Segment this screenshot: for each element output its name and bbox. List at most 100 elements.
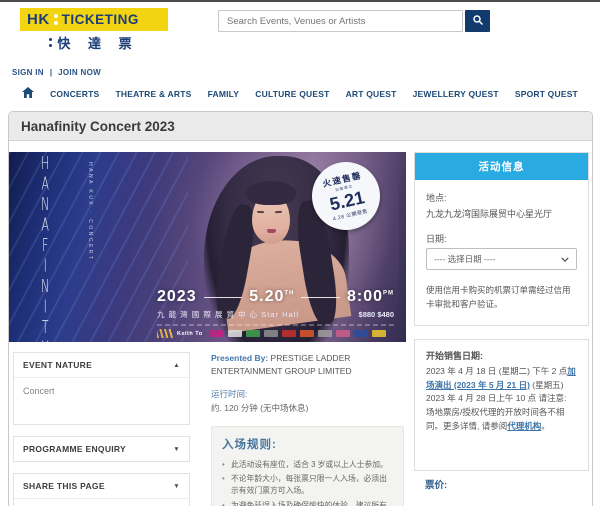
poster-vertical-title: HANAFINITY	[39, 154, 52, 342]
content-area: HANAFINITY HANA KUK · CONCERT 火速售罄 加開場次 …	[9, 141, 592, 506]
poster-credit: Keith To	[177, 330, 203, 337]
presented-by-label: Presented By:	[211, 353, 269, 363]
poster-divider	[301, 296, 340, 298]
sponsor-logo	[353, 330, 368, 337]
sponsor-logo	[299, 330, 314, 337]
event-info-box: 活动信息 地点: 九龙九龙湾国际展贸中心星光厅 日期: ---- 选择日期 --…	[414, 152, 589, 326]
poster-show-date: 5.20	[249, 288, 285, 305]
poster-vertical-subtitle: HANA KUK · CONCERT	[87, 162, 93, 262]
poster-artwork	[256, 210, 265, 214]
event-nature-panel: EVENT NATURE ▲ Concert	[13, 352, 190, 425]
event-info-header: 活动信息	[415, 153, 588, 180]
search-icon	[472, 14, 484, 29]
sales-date-box: 开始销售日期: 2023 年 4 月 18 日 (星期二) 下午 2 点加场演出…	[414, 338, 589, 471]
logo-dots-icon	[53, 14, 58, 25]
nav-item-concerts[interactable]: CONCERTS	[50, 89, 99, 99]
sponsor-logo	[263, 330, 278, 337]
sign-in-link[interactable]: SIGN IN	[12, 68, 44, 77]
programme-enquiry-panel: PROGRAMME ENQUIRY ▼	[13, 436, 190, 462]
home-icon[interactable]	[22, 87, 34, 100]
agents-link[interactable]: 代理机构	[507, 421, 541, 431]
search-input[interactable]	[218, 10, 463, 32]
sponsor-logo	[209, 330, 224, 337]
sales-date-title: 开始销售日期:	[426, 350, 483, 361]
presented-by: Presented By: PRESTIGE LADDER ENTERTAINM…	[211, 352, 404, 378]
poster-venue-row: 九 龍 灣 國 際 展 貿 中 心 Star Hall $880 $480	[157, 309, 394, 320]
event-poster[interactable]: HANAFINITY HANA KUK · CONCERT 火速售罄 加開場次 …	[9, 152, 406, 342]
poster-time-suffix: PM	[383, 290, 395, 297]
credit-card-note: 使用信用卡购买的机票订单需经过信用卡审批和客户验证。	[426, 285, 571, 310]
sales-date-text: 2023 年 4 月 18 日 (星期二) 下午 2 点加场演出 (2023 年…	[426, 365, 577, 434]
search-bar	[218, 10, 490, 32]
nav-item-theatre-arts[interactable]: THEATRE & ARTS	[115, 89, 191, 99]
logo-dots-icon	[49, 38, 53, 47]
below-poster-row: EVENT NATURE ▲ Concert PROGRAMME ENQUIRY…	[9, 342, 407, 506]
sponsor-logo	[317, 330, 332, 337]
date-select[interactable]: ---- 选择日期 ----	[426, 248, 577, 270]
admission-rules-box: 入场规则: 此活动设有座位，适合 3 岁或以上人士参加。 不论年龄大小，每张票只…	[211, 425, 404, 506]
logo-chinese: 快 達 票	[20, 33, 168, 52]
share-panel: SHARE THIS PAGE ▼ Tell A Friend Share on…	[13, 473, 190, 506]
sales-text-segment: 。	[541, 420, 550, 431]
share-panel-body: Tell A Friend Share on Facebook Tweet	[14, 498, 189, 506]
main-navigation: CONCERTS THEATRE & ARTS FAMILY CULTURE Q…	[0, 77, 600, 109]
poster-prices: $880 $480	[358, 310, 394, 319]
auth-divider: |	[49, 68, 53, 77]
running-time-value: 约. 120 分钟 (无中场休息)	[211, 402, 309, 413]
event-details-column: Presented By: PRESTIGE LADDER ENTERTAINM…	[211, 352, 404, 506]
poster-date-suffix: TH	[284, 290, 295, 297]
chevron-up-icon: ▲	[173, 361, 180, 369]
poster-divider	[203, 296, 243, 298]
event-nature-title: EVENT NATURE	[23, 360, 93, 370]
chevron-down-icon: ▼	[173, 445, 180, 453]
page-title: Hanafinity Concert 2023	[9, 112, 592, 141]
main-container: Hanafinity Concert 2023 HANAFINITY HANA …	[8, 111, 593, 506]
accordion-column: EVENT NATURE ▲ Concert PROGRAMME ENQUIRY…	[13, 352, 190, 506]
sponsor-logo	[335, 330, 350, 337]
admission-rule-item: 为避免延误入场及确保愉快的体验，建议所有购票人士于演出日前到任何快达票售票处取票…	[222, 500, 393, 506]
nav-item-sport-quest[interactable]: SPORT QUEST	[515, 89, 578, 99]
logo-badge: HK TICKETING	[20, 8, 168, 31]
poster-venue: 九 龍 灣 國 際 展 貿 中 心 Star Hall	[157, 310, 300, 319]
poster-artwork	[246, 181, 296, 205]
poster-show-time: 8:00	[346, 288, 384, 305]
poster-year: 2023	[157, 288, 197, 305]
location-value: 九龙九龙湾国际展贸中心星光厅	[426, 209, 553, 219]
admission-rules-title: 入场规则:	[222, 438, 277, 451]
join-now-link[interactable]: JOIN NOW	[58, 68, 101, 77]
nav-item-culture-quest[interactable]: CULTURE QUEST	[255, 89, 329, 99]
nav-item-family[interactable]: FAMILY	[208, 89, 240, 99]
search-button[interactable]	[465, 10, 490, 32]
sponsor-logo	[281, 330, 296, 337]
sponsor-logo	[227, 330, 242, 337]
programme-enquiry-header[interactable]: PROGRAMME ENQUIRY ▼	[14, 437, 189, 461]
admission-rules-list: 此活动设有座位，适合 3 岁或以上人士参加。 不论年龄大小，每张票只限一人入场，…	[222, 459, 393, 506]
date-label: 日期:	[426, 234, 447, 244]
hk-ticketing-logo[interactable]: HK TICKETING 快 達 票	[20, 8, 168, 52]
share-panel-title: SHARE THIS PAGE	[23, 481, 105, 491]
poster-artwork	[267, 229, 276, 233]
nav-item-jewellery-quest[interactable]: JEWELLERY QUEST	[413, 89, 499, 99]
site-header: HK TICKETING 快 達 票	[0, 2, 600, 55]
sponsor-logo	[245, 330, 260, 337]
nav-item-art-quest[interactable]: ART QUEST	[346, 89, 397, 99]
logo-hk-text: HK	[27, 11, 50, 28]
poster-date-row: 2023 5.20TH 8:00PM	[157, 288, 394, 306]
date-select-value: ---- 选择日期 ----	[434, 254, 496, 264]
sales-text-segment: 2023 年 4 月 18 日 (星期二) 下午 2 点	[426, 365, 568, 376]
chevron-down-icon	[561, 254, 569, 264]
logo-ticketing-text: TICKETING	[61, 12, 139, 27]
event-info-sidebar: 活动信息 地点: 九龙九龙湾国际展贸中心星光厅 日期: ---- 选择日期 --…	[414, 152, 589, 506]
admission-rule-item: 此活动设有座位，适合 3 岁或以上人士参加。	[222, 459, 393, 471]
event-nature-header[interactable]: EVENT NATURE ▲	[14, 353, 189, 377]
location-label: 地点:	[426, 193, 447, 203]
auth-links: SIGN IN | JOIN NOW	[0, 55, 600, 77]
left-column: HANAFINITY HANA KUK · CONCERT 火速售罄 加開場次 …	[9, 152, 407, 506]
event-nature-value: Concert	[14, 377, 189, 424]
share-panel-header[interactable]: SHARE THIS PAGE ▼	[14, 474, 189, 498]
running-time-label: 运行时间:	[211, 388, 248, 399]
chevron-down-icon: ▼	[173, 482, 180, 490]
poster-fine-print	[157, 323, 394, 326]
ticket-price-label: 票价:	[425, 479, 448, 491]
logo-chinese-text: 快 達 票	[57, 36, 139, 51]
